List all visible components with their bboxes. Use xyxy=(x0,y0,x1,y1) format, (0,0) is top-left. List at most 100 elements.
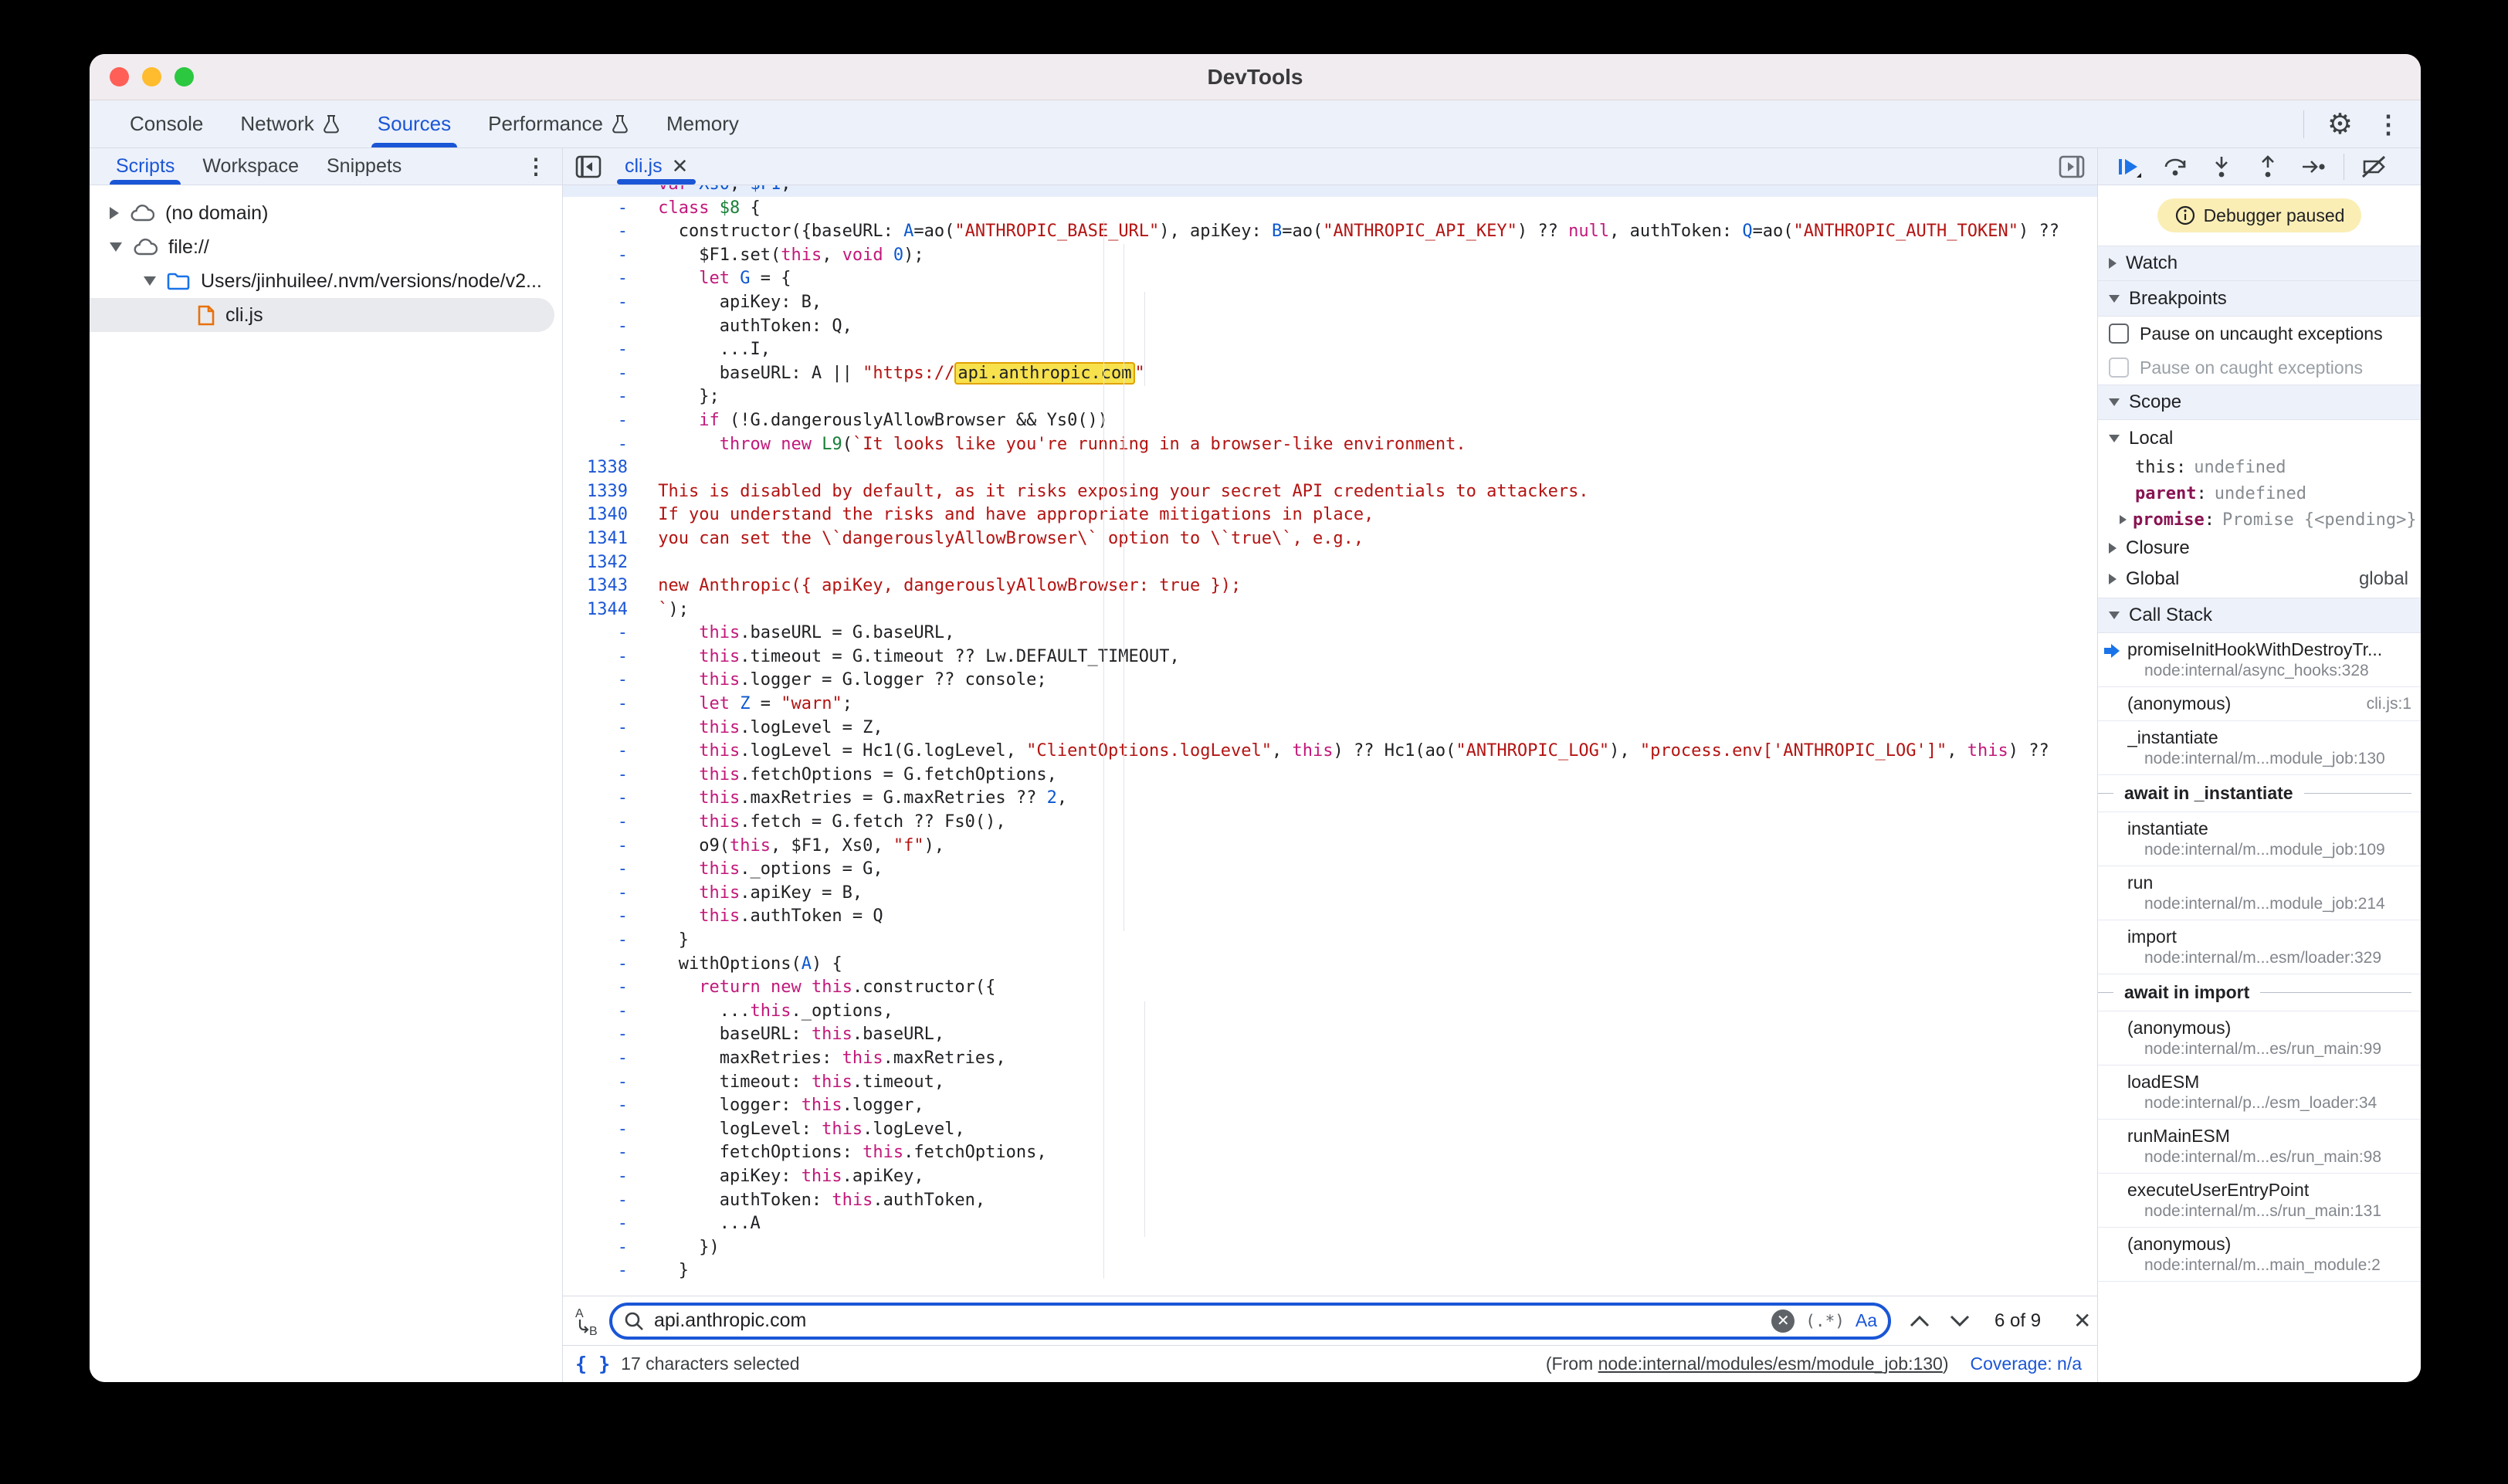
call-stack-frame[interactable]: importnode:internal/m...esm/loader:329 xyxy=(2098,920,2421,974)
step-button[interactable] xyxy=(2294,151,2334,182)
tab-cli-js[interactable]: cli.js ✕ xyxy=(612,148,700,185)
tab-sources[interactable]: Sources xyxy=(359,100,469,147)
line-number[interactable]: - xyxy=(563,244,637,268)
line-number[interactable]: - xyxy=(563,1023,637,1047)
line-number[interactable]: 1342 xyxy=(563,551,637,575)
tree-item-file-[interactable]: file:// xyxy=(90,230,562,264)
scope-variable-parent[interactable]: parent:undefined xyxy=(2098,480,2421,507)
line-number[interactable]: - xyxy=(563,362,637,386)
line-number[interactable]: - xyxy=(563,185,637,197)
section-scope[interactable]: Scope xyxy=(2098,385,2421,420)
tab-network[interactable]: Network xyxy=(222,100,358,147)
line-number[interactable]: - xyxy=(563,1189,637,1213)
call-stack-frame[interactable]: _instantiatenode:internal/m...module_job… xyxy=(2098,721,2421,775)
line-number[interactable]: - xyxy=(563,267,637,291)
line-number[interactable]: - xyxy=(563,315,637,339)
section-watch[interactable]: Watch xyxy=(2098,246,2421,281)
line-number[interactable]: - xyxy=(563,1141,637,1165)
line-number[interactable]: - xyxy=(563,858,637,882)
tab-performance[interactable]: Performance xyxy=(469,100,648,147)
line-number[interactable]: - xyxy=(563,740,637,764)
tree-item-cli-js[interactable]: cli.js xyxy=(90,298,554,332)
tree-item-users-jinhuilee-nvm-versions-node-v2-[interactable]: Users/jinhuilee/.nvm/versions/node/v2... xyxy=(90,264,562,298)
pretty-print-icon[interactable]: { } xyxy=(575,1353,610,1375)
call-stack-frame[interactable]: runMainESMnode:internal/m...es/run_main:… xyxy=(2098,1120,2421,1174)
sidebar-tab-scripts[interactable]: Scripts xyxy=(102,148,188,185)
line-number[interactable]: - xyxy=(563,1094,637,1118)
line-number[interactable]: - xyxy=(563,338,637,362)
call-stack-frame[interactable]: loadESMnode:internal/p.../esm_loader:34 xyxy=(2098,1066,2421,1120)
collapse-debugger-panel-icon[interactable] xyxy=(2059,155,2085,178)
close-find-bar-icon[interactable]: ✕ xyxy=(2073,1308,2091,1333)
line-number[interactable]: - xyxy=(563,409,637,433)
match-case-toggle[interactable]: Aa xyxy=(1856,1310,1877,1331)
line-number[interactable]: - xyxy=(563,1000,637,1024)
collapse-navigator-icon[interactable] xyxy=(575,155,602,178)
scope-variable-promise[interactable]: promise:Promise {<pending>} xyxy=(2098,507,2421,533)
call-stack-frame[interactable]: instantiatenode:internal/m...module_job:… xyxy=(2098,812,2421,866)
step-over-button[interactable] xyxy=(2155,151,2195,182)
line-number[interactable]: - xyxy=(563,929,637,953)
line-number[interactable]: - xyxy=(563,882,637,906)
call-stack-frame[interactable]: (anonymous)node:internal/m...main_module… xyxy=(2098,1228,2421,1282)
line-number[interactable]: - xyxy=(563,1165,637,1189)
line-number[interactable]: - xyxy=(563,835,637,859)
step-out-button[interactable] xyxy=(2248,151,2288,182)
call-stack-frame[interactable]: promiseInitHookWithDestroyTr...node:inte… xyxy=(2098,633,2421,687)
line-number[interactable]: - xyxy=(563,385,637,409)
line-number[interactable]: - xyxy=(563,811,637,835)
code-editor[interactable]: - var Xs0, $F1;- class $8 {- constructor… xyxy=(563,185,2097,1296)
line-number[interactable]: - xyxy=(563,717,637,740)
checkbox[interactable] xyxy=(2109,324,2129,344)
line-number[interactable]: - xyxy=(563,1071,637,1095)
section-call-stack[interactable]: Call Stack xyxy=(2098,598,2421,633)
line-number[interactable]: 1341 xyxy=(563,527,637,551)
line-number[interactable]: - xyxy=(563,787,637,811)
line-number[interactable]: - xyxy=(563,669,637,693)
line-number[interactable]: - xyxy=(563,764,637,788)
line-number[interactable]: - xyxy=(563,645,637,669)
chevron-right-icon[interactable] xyxy=(110,207,119,219)
line-number[interactable]: - xyxy=(563,433,637,457)
line-number[interactable]: 1340 xyxy=(563,503,637,527)
source-origin-link[interactable]: node:internal/modules/esm/module_job:130 xyxy=(1598,1354,1943,1374)
line-number[interactable]: - xyxy=(563,1236,637,1260)
checkbox[interactable] xyxy=(2109,357,2129,378)
regex-toggle[interactable]: (.*) xyxy=(1805,1312,1845,1330)
call-stack-frame[interactable]: (anonymous)cli.js:1 xyxy=(2098,687,2421,721)
sidebar-more-options-icon[interactable]: ⋮ xyxy=(525,154,562,179)
call-stack-frame[interactable]: executeUserEntryPointnode:internal/m...s… xyxy=(2098,1174,2421,1228)
scope-group-local[interactable]: Local xyxy=(2098,423,2421,454)
clear-search-icon[interactable]: ✕ xyxy=(1771,1310,1795,1333)
line-number[interactable]: 1339 xyxy=(563,480,637,504)
call-stack-frame[interactable]: runnode:internal/m...module_job:214 xyxy=(2098,866,2421,920)
sidebar-tab-snippets[interactable]: Snippets xyxy=(313,148,415,185)
line-number[interactable]: - xyxy=(563,1118,637,1142)
resume-script-button[interactable] xyxy=(2109,151,2149,182)
line-number[interactable]: - xyxy=(563,1212,637,1236)
line-number[interactable]: 1338 xyxy=(563,456,637,480)
line-number[interactable]: - xyxy=(563,905,637,929)
search-input[interactable] xyxy=(654,1310,1771,1332)
line-number[interactable]: - xyxy=(563,622,637,645)
line-number[interactable]: - xyxy=(563,197,637,221)
line-number[interactable]: - xyxy=(563,220,637,244)
next-result-icon[interactable] xyxy=(1950,1315,1970,1327)
scope-group-closure[interactable]: Closure xyxy=(2098,533,2421,564)
chevron-down-icon[interactable] xyxy=(110,242,122,252)
scope-variable-this[interactable]: this:undefined xyxy=(2098,454,2421,480)
line-number[interactable]: 1344 xyxy=(563,598,637,622)
deactivate-breakpoints-button[interactable] xyxy=(2354,151,2394,182)
chevron-down-icon[interactable] xyxy=(144,276,156,286)
line-number[interactable]: - xyxy=(563,1047,637,1071)
replace-toggle-icon[interactable]: A B xyxy=(574,1306,602,1337)
sidebar-tab-workspace[interactable]: Workspace xyxy=(188,148,313,185)
line-number[interactable]: - xyxy=(563,953,637,977)
tree-item--no-domain-[interactable]: (no domain) xyxy=(90,196,562,230)
tab-close-icon[interactable]: ✕ xyxy=(672,154,689,178)
step-into-button[interactable] xyxy=(2201,151,2242,182)
coverage-link[interactable]: Coverage: n/a xyxy=(1971,1354,2082,1374)
call-stack-frame[interactable]: (anonymous)node:internal/m...es/run_main… xyxy=(2098,1011,2421,1066)
tab-console[interactable]: Console xyxy=(111,100,222,147)
tab-memory[interactable]: Memory xyxy=(648,100,757,147)
